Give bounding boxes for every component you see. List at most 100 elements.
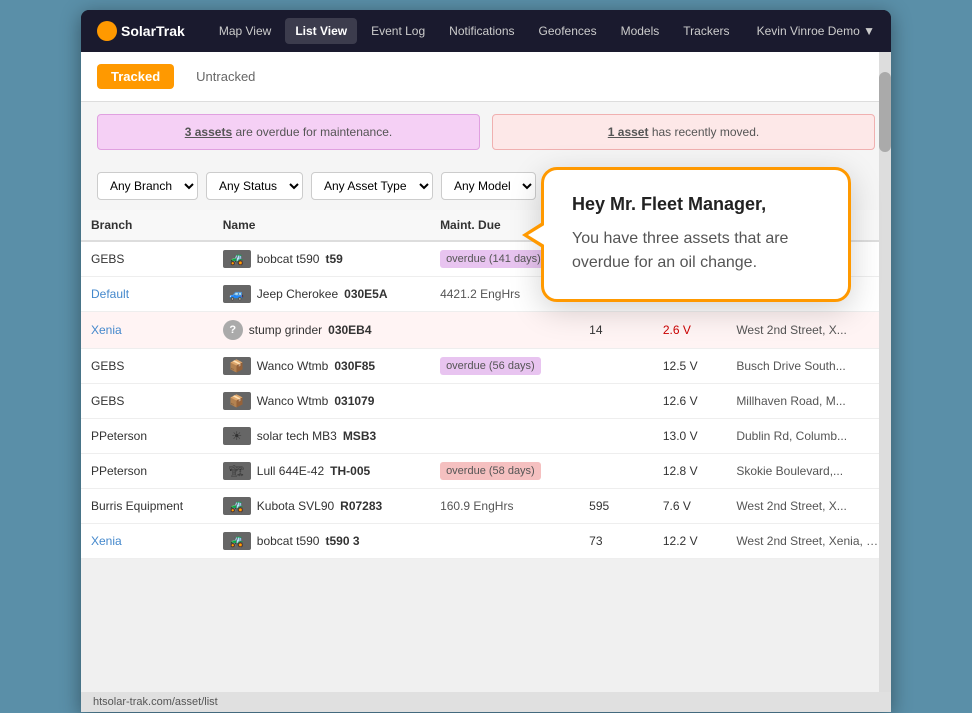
maintenance-alert[interactable]: 3 assets are overdue for maintenance. [97,114,480,150]
asset-icon: 📦 [223,357,251,375]
url-display: htsolar-trak.com/asset/list [93,696,218,708]
cell-branch: Burris Equipment [81,489,213,524]
nav-notifications[interactable]: Notifications [439,18,524,44]
asset-name: Kubota SVL90 [257,499,334,513]
asset-name: Jeep Cherokee [257,287,338,301]
cell-name: 🚜 Kubota SVL90 R07283 [213,489,430,524]
maintenance-link[interactable]: 3 assets [185,125,232,139]
asset-icon: 📦 [223,392,251,410]
status-bar: htsolar-trak.com/asset/list [81,692,891,712]
cell-name: 📦 Wanco Wtmb 030F85 [213,349,430,384]
asset-name-bold: t59 [325,252,342,266]
overdue-badge: overdue (141 days) [440,250,547,268]
asset-name-bold: 030EB4 [328,323,371,337]
col-branch[interactable]: Branch [81,210,213,241]
cell-voltage: 7.6 V [653,489,726,524]
branch-filter[interactable]: Any Branch [97,172,198,200]
cell-name: 🚙 Jeep Cherokee 030E5A [213,277,430,312]
alerts-section: 3 assets are overdue for maintenance. 1 … [81,102,891,162]
cell-voltage: 12.8 V [653,454,726,489]
cell-branch: GEBS [81,384,213,419]
cell-voltage: 13.0 V [653,419,726,454]
maintenance-suffix: are overdue for maintenance. [232,125,392,139]
nav-geofences[interactable]: Geofences [529,18,607,44]
cell-enghrs: 595 [579,489,653,524]
cell-location: Skokie Boulevard,... [726,454,891,489]
moved-alert[interactable]: 1 asset has recently moved. [492,114,875,150]
asset-icon: 🚜 [223,250,251,268]
cell-maint: overdue (58 days) [430,454,579,489]
asset-name-bold: 030E5A [344,287,387,301]
moved-suffix: has recently moved. [648,125,759,139]
cell-maint: 160.9 EngHrs [430,489,579,524]
cell-name: ?stump grinder 030EB4 [213,312,430,349]
nav-map-view[interactable]: Map View [209,18,281,44]
cell-branch: GEBS [81,241,213,277]
cell-enghrs [579,349,653,384]
scrollbar[interactable] [879,52,891,692]
table-row[interactable]: Xenia🚜bobcat t590 t590 37312.2 VWest 2nd… [81,524,891,559]
asset-icon: 🚜 [223,532,251,550]
nav-items: Map View List View Event Log Notificatio… [209,18,757,44]
cell-enghrs [579,384,653,419]
asset-name-bold: TH-005 [330,464,370,478]
asset-name: Wanco Wtmb [257,359,329,373]
scroll-thumb[interactable] [879,72,891,152]
asset-icon: ☀ [223,427,251,445]
tab-untracked[interactable]: Untracked [182,64,269,89]
cell-name: 🏗Lull 644E-42 TH-005 [213,454,430,489]
tooltip-body: You have three assets that are overdue f… [572,227,820,275]
user-name: Kevin Vinroe Demo ▼ [757,24,875,38]
asset-icon: 🚙 [223,285,251,303]
nav-list-view[interactable]: List View [285,18,357,44]
cell-voltage: 12.5 V [653,349,726,384]
nav-models[interactable]: Models [611,18,670,44]
cell-branch: Xenia [81,312,213,349]
table-row[interactable]: Xenia?stump grinder 030EB4142.6 VWest 2n… [81,312,891,349]
model-filter[interactable]: Any Model [441,172,536,200]
asset-name-bold: MSB3 [343,429,376,443]
tab-tracked[interactable]: Tracked [97,64,174,89]
cell-name: 🚜bobcat t590 t590 3 [213,524,430,559]
asset-name-bold: 030F85 [334,359,375,373]
tab-bar: Tracked Untracked [81,52,891,102]
asset-icon: 🚜 [223,497,251,515]
tooltip-title: Hey Mr. Fleet Manager, [572,194,820,215]
asset-name: solar tech MB3 [257,429,337,443]
cell-maint [430,384,579,419]
table-row[interactable]: PPeterson🏗Lull 644E-42 TH-005overdue (58… [81,454,891,489]
cell-maint [430,524,579,559]
table-row[interactable]: GEBS📦Wanco Wtmb 03107912.6 VMillhaven Ro… [81,384,891,419]
asset-name: stump grinder [249,323,322,337]
table-row[interactable]: PPeterson ☀ solar tech MB3 MSB3 13.0 VDubli… [81,419,891,454]
nav-trackers[interactable]: Trackers [673,18,739,44]
logo-icon [97,21,117,41]
main-content: Tracked Untracked 3 assets are overdue f… [81,52,891,692]
table-row[interactable]: Burris Equipment 🚜 Kubota SVL90 R07283 160.… [81,489,891,524]
table-row[interactable]: GEBS📦Wanco Wtmb 030F85overdue (56 days)1… [81,349,891,384]
overdue-badge: overdue (56 days) [440,357,541,375]
logo: SolarTrak [97,21,185,41]
nav-event-log[interactable]: Event Log [361,18,435,44]
status-filter[interactable]: Any Status [206,172,303,200]
moved-link[interactable]: 1 asset [608,125,649,139]
asset-type-filter[interactable]: Any Asset Type [311,172,433,200]
asset-name-bold: R07283 [340,499,382,513]
browser-window: SolarTrak Map View List View Event Log N… [81,10,891,712]
user-menu[interactable]: Kevin Vinroe Demo ▼ [757,24,875,38]
cell-location: Millhaven Road, M... [726,384,891,419]
cell-maint [430,419,579,454]
logo-text: SolarTrak [121,23,185,39]
cell-location: Dublin Rd, Columb... [726,419,891,454]
cell-name: 📦 Wanco Wtmb 031079 [213,384,430,419]
asset-name-bold: 031079 [334,394,374,408]
cell-branch: PPeterson [81,419,213,454]
cell-enghrs [579,419,653,454]
col-name[interactable]: Name [213,210,430,241]
cell-name: ☀ solar tech MB3 MSB3 [213,419,430,454]
cell-name: 🚜bobcat t590 t59 [213,241,430,277]
cell-enghrs [579,454,653,489]
cell-location: West 2nd Street, X... [726,489,891,524]
asset-name: Wanco Wtmb [257,394,329,408]
cell-enghrs: 73 [579,524,653,559]
